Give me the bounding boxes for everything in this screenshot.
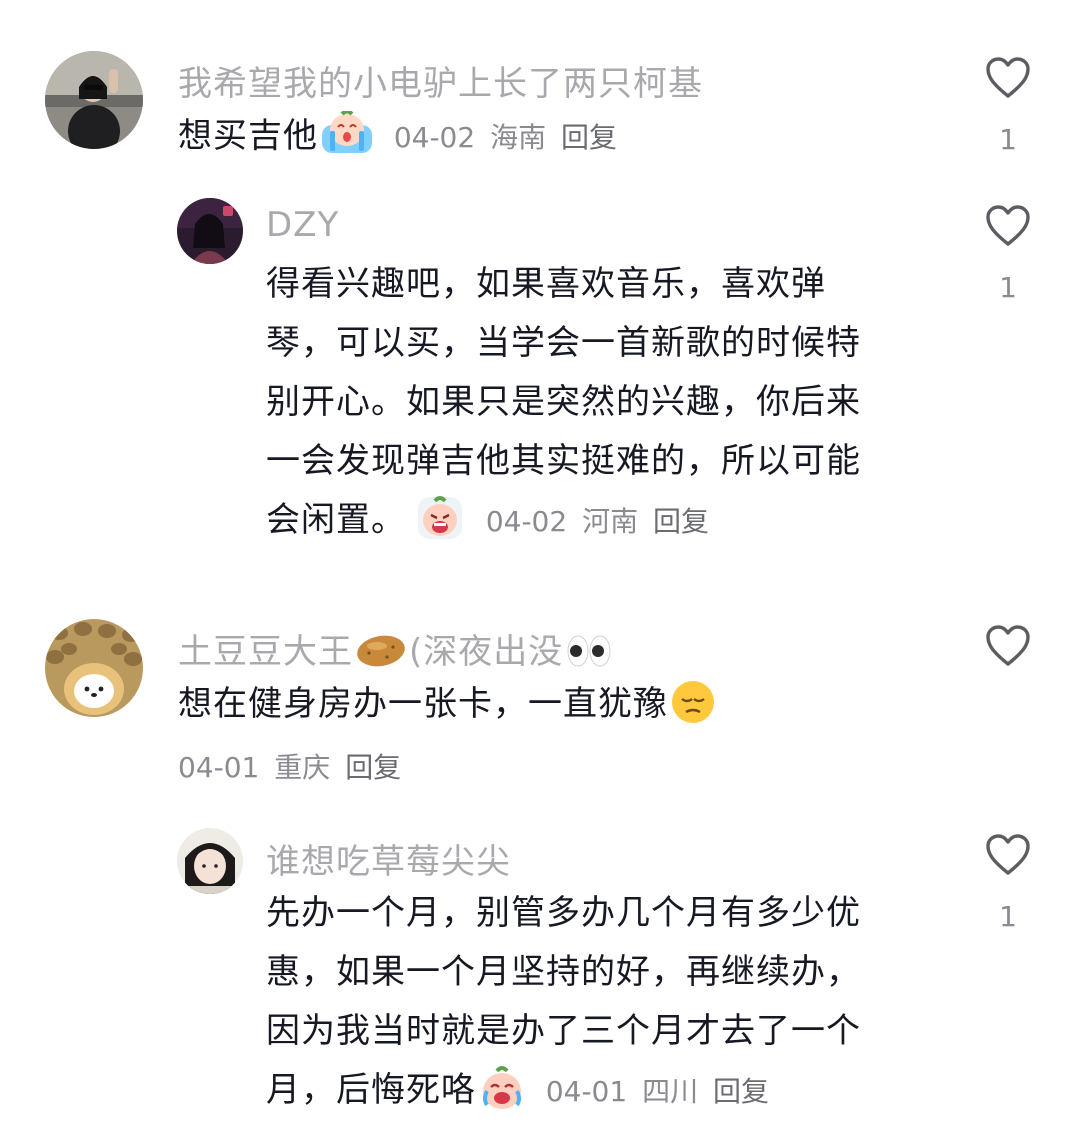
- reply-button[interactable]: 回复: [653, 505, 709, 538]
- comment-location: 海南: [490, 121, 547, 154]
- reply-body: 得看兴趣吧，如果喜欢音乐，喜欢弹 琴，可以买，当学会一首新歌的时候特 别开心。如…: [266, 255, 946, 551]
- comment-date: 04-02: [393, 121, 476, 154]
- username-text: 土豆豆大王: [178, 632, 353, 672]
- username[interactable]: DZY: [266, 205, 339, 245]
- reply-text-line: 先办一个月，别管多办几个月有多少优: [266, 893, 861, 933]
- reply-button[interactable]: 回复: [561, 121, 617, 154]
- heart-icon: [986, 205, 1030, 246]
- avatar[interactable]: [177, 198, 243, 264]
- username-suffix: (深夜出没: [409, 632, 564, 672]
- like-count: 1: [999, 123, 1017, 156]
- reply-text-line: 因为我当时就是办了三个月才去了一个: [266, 1011, 861, 1051]
- reply-date: 04-02: [485, 505, 568, 538]
- reply-location: 河南: [582, 505, 639, 538]
- reply-text-line: 一会发现弹吉他其实挺难的，所以可能: [266, 441, 861, 481]
- reply-button[interactable]: 回复: [713, 1075, 769, 1108]
- username[interactable]: 土豆豆大王 (深夜出没: [178, 624, 613, 673]
- comment-meta: 04-02 海南 回复: [394, 121, 617, 154]
- comment-text: 想买吉他: [178, 116, 318, 156]
- reply-text-line: 会闲置。: [266, 500, 406, 540]
- reply-text-line: 得看兴趣吧，如果喜欢音乐，喜欢弹: [266, 264, 826, 304]
- avatar[interactable]: [45, 51, 143, 149]
- heart-icon: [986, 625, 1030, 666]
- reply-text-line: 月，后悔死咯: [266, 1070, 476, 1110]
- crying-sticker-icon: [478, 1065, 526, 1111]
- like-button[interactable]: 1: [978, 834, 1038, 933]
- like-button[interactable]: 1: [978, 205, 1038, 304]
- heart-icon: [986, 57, 1030, 98]
- reply-button[interactable]: 回复: [345, 751, 401, 784]
- comment-text: 想在健身房办一张卡，一直犹豫: [178, 684, 668, 724]
- reply-text-line: 琴，可以买，当学会一首新歌的时候特: [266, 323, 861, 363]
- crying-sticker-icon: [320, 109, 374, 155]
- avatar[interactable]: [45, 619, 143, 717]
- sad-sticker-icon: [416, 493, 464, 541]
- comment-body: 想在健身房办一张卡，一直犹豫: [178, 675, 716, 734]
- reply-text-line: 别开心。如果只是突然的兴趣，你后来: [266, 382, 861, 422]
- reply-location: 四川: [642, 1075, 699, 1108]
- like-button[interactable]: [978, 625, 1038, 691]
- comment-date: 04-01: [178, 751, 260, 784]
- like-button[interactable]: 1: [978, 57, 1038, 156]
- reply-date: 04-01: [545, 1075, 628, 1108]
- avatar[interactable]: [177, 828, 243, 894]
- reply-text-line: 惠，如果一个月坚持的好，再继续办，: [266, 952, 861, 992]
- username[interactable]: 谁想吃草莓尖尖: [266, 834, 511, 883]
- comment-meta: 04-01 重庆 回复: [178, 738, 401, 798]
- like-count: 1: [999, 271, 1017, 304]
- eyes-icon: [565, 631, 613, 671]
- reply-meta: 04-01 四川 回复: [546, 1075, 769, 1108]
- like-count: 1: [999, 900, 1017, 933]
- username[interactable]: 我希望我的小电驴上长了两只柯基: [178, 56, 703, 105]
- pensive-face-icon: [670, 679, 716, 725]
- potato-icon: [355, 631, 407, 671]
- reply-body: 先办一个月，别管多办几个月有多少优 惠，如果一个月坚持的好，再继续办， 因为我当…: [266, 884, 946, 1121]
- reply-meta: 04-02 河南 回复: [486, 505, 709, 538]
- comment-body: 想买吉他 04-02 海南 回复: [178, 107, 617, 167]
- comment-location: 重庆: [274, 751, 331, 784]
- heart-icon: [986, 834, 1030, 875]
